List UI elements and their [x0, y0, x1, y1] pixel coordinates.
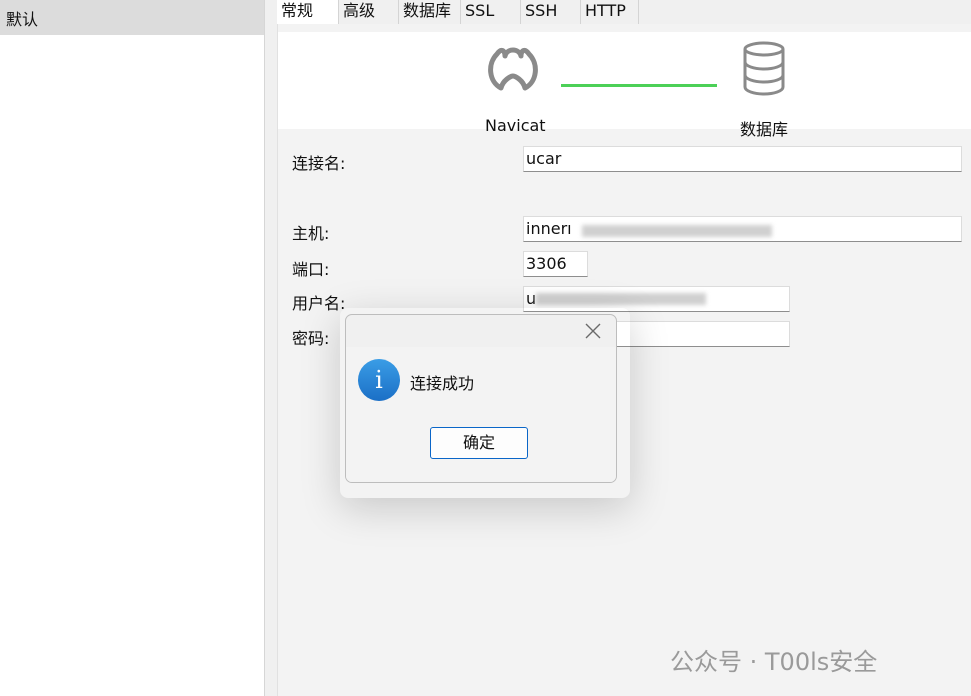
redaction-blur	[536, 293, 706, 305]
port-label: 端口:	[292, 260, 330, 279]
host-input[interactable]: innerı	[523, 216, 962, 242]
connection-success-dialog: i 连接成功 确定	[345, 314, 617, 483]
password-label: 密码:	[292, 329, 330, 348]
ok-button[interactable]: 确定	[430, 427, 528, 459]
connection-name-input[interactable]: ucar	[523, 146, 962, 172]
tab-bar: 常规 高级 数据库 SSL SSH HTTP	[277, 0, 971, 24]
tab-advanced[interactable]: 高级	[339, 0, 399, 24]
navicat-label: Navicat	[485, 116, 546, 135]
tab-general[interactable]: 常规	[277, 0, 339, 24]
info-icon: i	[358, 359, 400, 401]
group-item-default[interactable]: 默认	[0, 0, 264, 35]
host-label: 主机:	[292, 224, 330, 243]
tab-http[interactable]: HTTP	[581, 0, 639, 24]
dialog-message: 连接成功	[410, 374, 475, 393]
tab-database[interactable]: 数据库	[399, 0, 461, 24]
connection-link-line	[561, 84, 717, 87]
tab-ssh[interactable]: SSH	[521, 0, 581, 24]
connection-diagram: Navicat 数据库	[278, 32, 971, 139]
port-input[interactable]: 3306	[523, 251, 588, 277]
watermark-text: 公众号 · T00ls安全	[670, 648, 878, 676]
redaction-blur	[582, 225, 772, 237]
close-icon[interactable]	[582, 320, 604, 342]
connection-name-label: 连接名:	[292, 154, 346, 173]
group-item-label: 默认	[6, 10, 39, 29]
username-label: 用户名:	[292, 294, 346, 313]
connection-group-panel: 默认	[0, 0, 265, 696]
database-icon	[743, 41, 785, 96]
database-label: 数据库	[740, 120, 789, 139]
navicat-icon	[488, 47, 538, 91]
tab-ssl[interactable]: SSL	[461, 0, 521, 24]
